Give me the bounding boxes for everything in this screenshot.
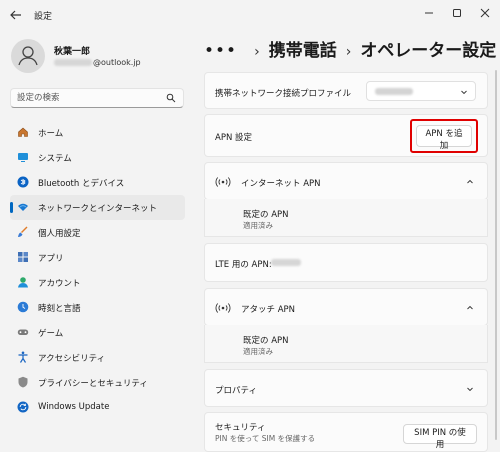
- chevron-up-icon[interactable]: [465, 177, 475, 187]
- sidebar-item-label: ネットワークとインターネット: [38, 204, 158, 214]
- apn-settings-row: APN 設定 APN を追加: [204, 114, 488, 157]
- sidebar-item-windows-update[interactable]: Windows Update: [10, 395, 185, 420]
- security-description: PIN を使って SIM を保護する: [215, 434, 316, 443]
- bluetooth-icon: [17, 176, 29, 188]
- cellular-signal-icon: [215, 303, 231, 313]
- properties-row[interactable]: プロパティ: [204, 369, 488, 407]
- attach-apn-details: 既定の APN 適用済み: [204, 325, 488, 363]
- page-title: オペレーター設定: [360, 41, 497, 61]
- windows-update-icon: [17, 401, 29, 413]
- app-title: 設定: [34, 12, 53, 22]
- profile-name: 秋葉一郎: [54, 47, 91, 57]
- search-icon: [166, 93, 176, 103]
- active-indicator: [10, 202, 13, 213]
- sidebar-item-time-language[interactable]: 時刻と言語: [10, 295, 185, 320]
- profile-email: @outlook.jp: [54, 58, 141, 67]
- sidebar-item-label: アカウント: [38, 279, 81, 289]
- default-apn-label: 既定の APN: [243, 336, 289, 346]
- chevron-down-icon: [467, 387, 473, 392]
- maximize-icon[interactable]: [446, 4, 468, 22]
- security-row: セキュリティ PIN を使って SIM を保護する SIM PIN の使用: [204, 412, 488, 452]
- sidebar-item-accessibility[interactable]: アクセシビリティ: [10, 345, 185, 370]
- back-arrow-icon[interactable]: [8, 7, 24, 23]
- sidebar-item-label: Bluetooth とデバイス: [38, 179, 125, 189]
- connection-profile-label: 携帯ネットワーク接続プロファイル: [215, 89, 352, 99]
- wifi-network-icon: [18, 203, 28, 211]
- minimize-icon[interactable]: [418, 4, 440, 22]
- apn-status: 適用済み: [243, 347, 273, 356]
- sidebar-item-personalization[interactable]: 個人用設定: [10, 220, 185, 245]
- time-language-icon: [17, 301, 29, 313]
- redacted-profile-name: [375, 88, 413, 95]
- lte-apn-row: LTE 用の APN:: [204, 243, 488, 282]
- sidebar-item-label: 個人用設定: [38, 229, 81, 239]
- sidebar-item-bluetooth[interactable]: Bluetooth とデバイス: [10, 170, 185, 195]
- user-icon: [18, 46, 38, 66]
- close-icon[interactable]: [474, 4, 496, 22]
- scrollbar[interactable]: [495, 70, 497, 440]
- gamepad-icon: [17, 329, 29, 335]
- internet-apn-details: 既定の APN 適用済み: [204, 199, 488, 237]
- properties-label: プロパティ: [215, 386, 257, 396]
- sidebar-item-label: アクセシビリティ: [38, 354, 106, 364]
- chevron-up-icon[interactable]: [465, 303, 475, 313]
- sidebar-item-accounts[interactable]: アカウント: [10, 270, 185, 295]
- sidebar-item-system[interactable]: システム: [10, 145, 185, 170]
- apn-settings-label: APN 設定: [215, 133, 253, 143]
- use-sim-pin-button[interactable]: SIM PIN の使用: [403, 424, 477, 450]
- sidebar-item-apps[interactable]: アプリ: [10, 245, 185, 270]
- apps-icon: [18, 252, 28, 262]
- sidebar-item-label: Windows Update: [38, 402, 110, 412]
- system-display-icon: [18, 153, 28, 162]
- search-box[interactable]: [10, 88, 184, 108]
- breadcrumb: ••• › 携帯電話 › オペレーター設定: [204, 36, 496, 61]
- home-icon: [18, 127, 28, 137]
- internet-apn-label: インターネット APN: [241, 179, 321, 189]
- sidebar-item-label: アプリ: [38, 254, 64, 264]
- sidebar-item-privacy-security[interactable]: プライバシーとセキュリティ: [10, 370, 185, 395]
- chevron-down-icon: [461, 90, 467, 95]
- brush-icon: [18, 226, 28, 237]
- cellular-signal-icon: [215, 177, 231, 187]
- accessibility-icon: [18, 351, 28, 363]
- sidebar-item-label: ホーム: [38, 129, 64, 139]
- chevron-right-icon: ›: [254, 44, 260, 60]
- sidebar-item-home[interactable]: ホーム: [10, 120, 185, 145]
- sidebar-item-label: 時刻と言語: [38, 304, 81, 314]
- search-input[interactable]: [17, 92, 157, 104]
- sidebar-item-label: プライバシーとセキュリティ: [38, 379, 148, 389]
- title-bar: 設定: [0, 0, 500, 30]
- redacted-email-part: [54, 59, 92, 66]
- default-apn-label: 既定の APN: [243, 210, 289, 220]
- sidebar-item-network[interactable]: ネットワークとインターネット: [10, 195, 185, 220]
- breadcrumb-parent[interactable]: 携帯電話: [269, 36, 337, 61]
- sidebar-item-label: ゲーム: [38, 329, 64, 339]
- shield-icon: [18, 376, 28, 388]
- security-label: セキュリティ: [215, 423, 266, 433]
- lte-apn-label: LTE 用の APN:: [215, 260, 272, 270]
- sidebar-item-label: システム: [38, 154, 72, 164]
- add-apn-button[interactable]: APN を追加: [416, 125, 472, 151]
- connection-profile-row: 携帯ネットワーク接続プロファイル: [204, 72, 488, 109]
- account-icon: [18, 277, 28, 288]
- attach-apn-label: アタッチ APN: [241, 305, 296, 315]
- connection-profile-dropdown[interactable]: [366, 81, 476, 101]
- avatar[interactable]: [11, 39, 45, 73]
- sidebar-nav: ホーム システム Bluetooth とデバイス ネットワークとインターネット …: [10, 120, 185, 420]
- chevron-right-icon: ›: [345, 44, 352, 60]
- apn-status: 適用済み: [243, 221, 273, 230]
- internet-apn-header[interactable]: インターネット APN: [204, 162, 488, 200]
- redacted-apn-name: [271, 259, 301, 266]
- breadcrumb-overflow[interactable]: •••: [204, 41, 237, 61]
- attach-apn-header[interactable]: アタッチ APN: [204, 288, 488, 326]
- sidebar-item-gaming[interactable]: ゲーム: [10, 320, 185, 345]
